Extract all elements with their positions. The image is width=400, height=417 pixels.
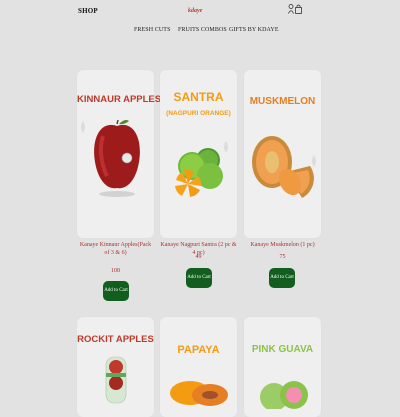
header-icons (288, 4, 302, 14)
muskmelon-image (252, 136, 314, 198)
bag-icon[interactable] (295, 4, 302, 14)
nav-gifts-by-kdaye[interactable]: GIFTS BY KDAYE (229, 27, 279, 33)
apple-image (94, 119, 140, 197)
product-price-muskmelon: 75 (279, 254, 286, 260)
guava-image (260, 381, 308, 409)
add-to-cart-button[interactable]: Add to Cart (103, 281, 129, 301)
top-bar: SHOP kdaye (0, 0, 400, 20)
add-to-cart-button[interactable]: Add to Cart (186, 268, 212, 288)
product-price-kinnaur-apples: 108 (111, 268, 120, 274)
product-card-title: MUSKMELON (249, 96, 316, 107)
user-icon[interactable] (288, 4, 294, 14)
product-card-title: PAPAYA (177, 344, 220, 356)
product-name-muskmelon[interactable]: Kanaye Muskmelon (1 pc) (244, 241, 321, 249)
product-card-title: PINK GUAVA (251, 344, 314, 355)
orange-image (175, 148, 223, 197)
product-card-pink-guava[interactable]: PINK GUAVA (244, 317, 321, 417)
product-card-title: KINNAUR APPLES (77, 94, 162, 105)
product-name-kinnaur-apples[interactable]: Kanaye Kinnaur Apples(Pack of 3 & 6) (77, 241, 154, 257)
brand-logo[interactable]: kdaye (188, 8, 202, 14)
rockit-apple-tube-image (105, 356, 127, 404)
product-card-rockit-apples[interactable]: ROCKIT APPLES (77, 317, 154, 417)
product-price-santra: 49 (195, 254, 202, 260)
leaf-decoration-icon (79, 120, 87, 138)
papaya-image (170, 381, 228, 406)
nav-fresh-cuts[interactable]: FRESH CUTS (134, 27, 171, 33)
nav-fruits-combos[interactable]: FRUITS COMBOS (178, 27, 227, 33)
product-card-santra[interactable]: SANTRA (NAGPURI ORANGE) (160, 70, 237, 238)
product-card-title: SANTRA (173, 90, 224, 104)
leaf-decoration-icon (310, 154, 318, 172)
leaf-decoration-icon (222, 140, 230, 158)
product-card-title: ROCKIT APPLES (77, 334, 154, 345)
product-card-kinnaur-apples[interactable]: KINNAUR APPLES (77, 70, 162, 238)
product-card-muskmelon[interactable]: MUSKMELON (244, 70, 321, 238)
product-card-subtitle: (NAGPURI ORANGE) (166, 110, 231, 117)
shop-link[interactable]: SHOP (78, 7, 98, 15)
add-to-cart-button[interactable]: Add to Cart (269, 268, 295, 288)
product-card-papaya[interactable]: PAPAYA (160, 317, 237, 417)
